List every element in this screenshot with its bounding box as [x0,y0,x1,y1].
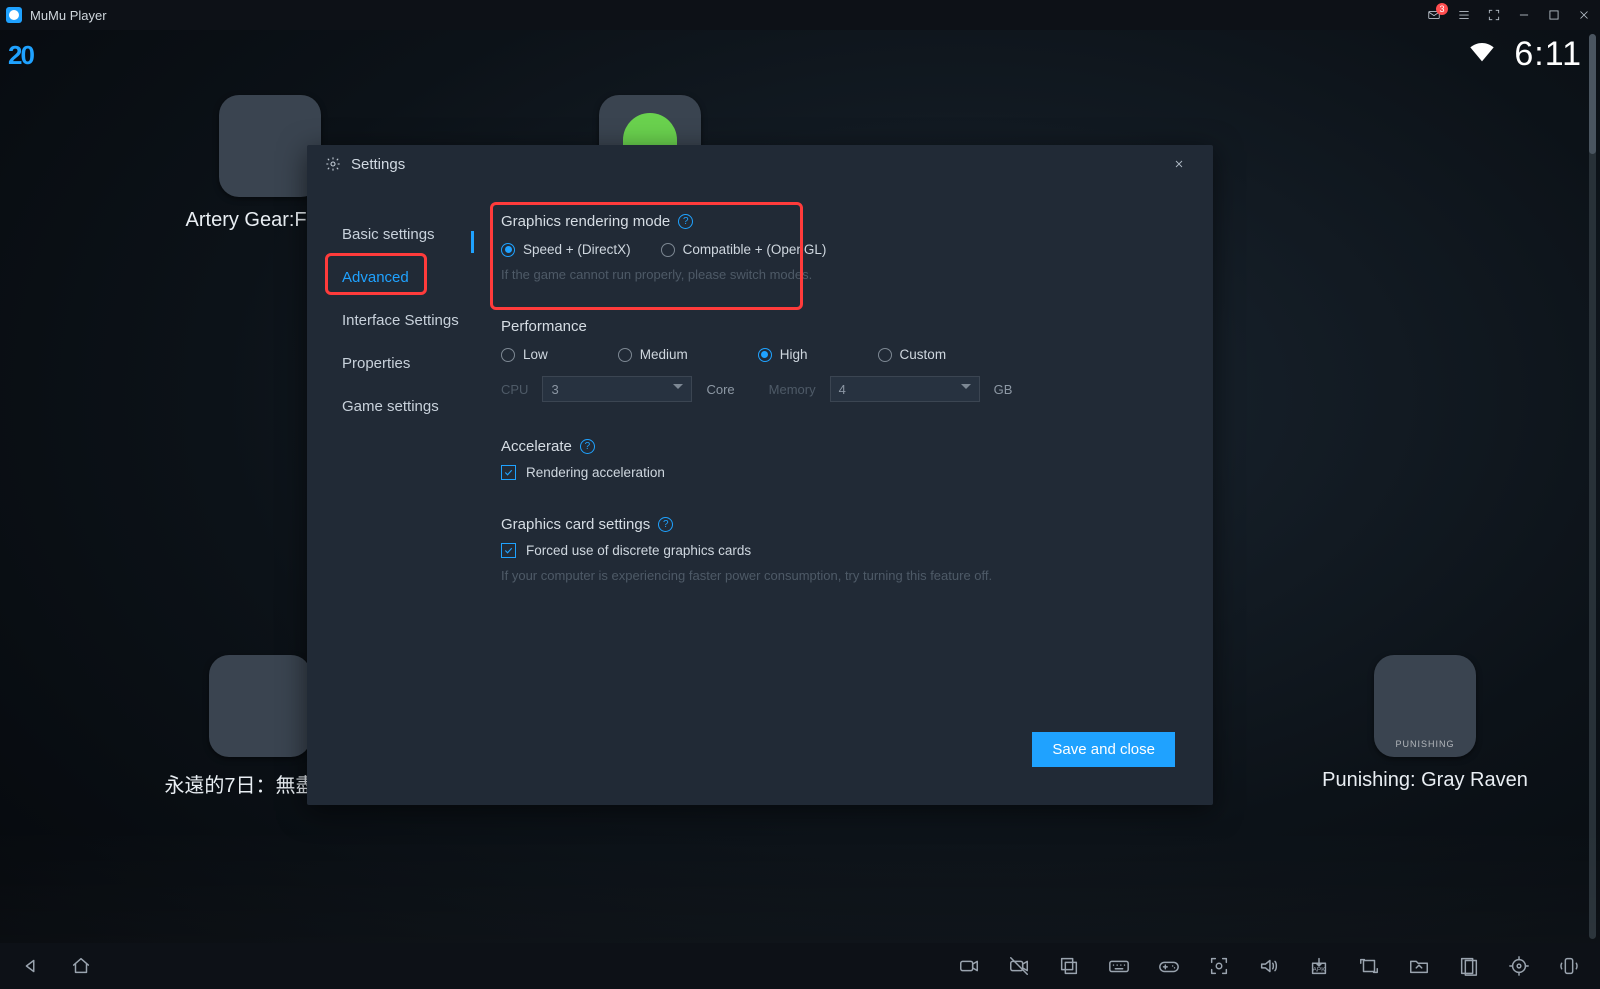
graphics-mode-title: Graphics rendering mode [501,213,670,230]
emulator-toolbar: APK [0,943,1600,989]
nav-game-settings[interactable]: Game settings [307,385,472,428]
rendering-acceleration-label: Rendering acceleration [526,465,665,480]
section-performance: Performance Low Medium High Custom CPU 3… [501,318,1185,402]
fullscreen-icon[interactable] [1484,5,1504,25]
gpu-title: Graphics card settings [501,516,650,533]
app-icon [1374,655,1476,757]
operation-record-icon[interactable] [1458,955,1480,977]
section-accelerate: Accelerate ? Rendering acceleration [501,438,1185,480]
app-title: MuMu Player [30,8,107,23]
save-and-close-button[interactable]: Save and close [1032,732,1175,767]
dialog-title: Settings [351,156,405,173]
nav-basic-settings[interactable]: Basic settings [307,213,472,256]
help-icon[interactable]: ? [658,517,673,532]
discrete-gpu-label: Forced use of discrete graphics cards [526,543,751,558]
nav-interface-settings[interactable]: Interface Settings [307,299,472,342]
apk-install-icon[interactable]: APK [1308,955,1330,977]
chevron-down-icon [673,384,683,394]
shake-icon[interactable] [1558,955,1580,977]
radio-compatible-opengl[interactable]: Compatible + (OpenGL) [661,242,827,257]
mail-icon[interactable]: 3 [1424,5,1444,25]
graphics-mode-hint: If the game cannot run properly, please … [501,267,1185,282]
status-time: 6:11 [1514,35,1582,74]
multi-instance-icon[interactable] [1058,955,1080,977]
help-icon[interactable]: ? [580,439,595,454]
app-logo-icon [6,7,22,23]
settings-pane: Graphics rendering mode ? Speed + (Direc… [472,183,1213,732]
menu-icon[interactable] [1454,5,1474,25]
performance-title: Performance [501,318,587,335]
close-dialog-button[interactable] [1173,153,1195,175]
page-indicator: 20 [8,40,33,71]
gamepad-icon[interactable] [1158,955,1180,977]
record-off-icon[interactable] [1008,955,1030,977]
home-icon[interactable] [70,955,92,977]
checkbox-rendering-acceleration[interactable] [501,465,516,480]
location-icon[interactable] [1508,955,1530,977]
core-label: Core [706,382,734,397]
settings-nav: Basic settings Advanced Interface Settin… [307,183,472,732]
settings-dialog: Settings Basic settings Advanced Interfa… [307,145,1213,805]
radio-perf-high[interactable]: High [758,347,808,362]
record-icon[interactable] [958,955,980,977]
rotate-icon[interactable] [1358,955,1380,977]
gb-label: GB [994,382,1013,397]
screenshot-icon[interactable] [1208,955,1230,977]
active-nav-marker [471,231,474,253]
svg-text:APK: APK [1313,967,1327,974]
minimize-icon[interactable] [1514,5,1534,25]
mail-badge: 3 [1436,3,1448,15]
gear-icon [325,156,341,172]
accelerate-title: Accelerate [501,438,572,455]
chevron-down-icon [961,384,971,394]
cpu-select[interactable]: 3 [542,376,692,402]
checkbox-discrete-gpu[interactable] [501,543,516,558]
maximize-icon[interactable] [1544,5,1564,25]
memory-select[interactable]: 4 [830,376,980,402]
gpu-hint: If your computer is experiencing faster … [501,568,1185,583]
window-titlebar: MuMu Player 3 [0,0,1600,30]
back-icon[interactable] [20,955,42,977]
volume-icon[interactable] [1258,955,1280,977]
dialog-header: Settings [307,145,1213,183]
vertical-scrollbar[interactable] [1589,34,1596,939]
shared-folder-icon[interactable] [1408,955,1430,977]
section-gpu: Graphics card settings ? Forced use of d… [501,516,1185,583]
radio-perf-custom[interactable]: Custom [878,347,947,362]
help-icon[interactable]: ? [678,214,693,229]
app-icon [209,655,311,757]
android-statusbar: 6:11 [1468,35,1582,74]
radio-perf-medium[interactable]: Medium [618,347,688,362]
keyboard-icon[interactable] [1108,955,1130,977]
app-label: Punishing: Gray Raven [1322,769,1528,792]
app-icon [219,95,321,197]
close-window-icon[interactable] [1574,5,1594,25]
memory-label: Memory [769,382,816,397]
wifi-icon [1468,38,1496,71]
radio-speed-directx[interactable]: Speed + (DirectX) [501,242,631,257]
nav-advanced[interactable]: Advanced [307,256,472,299]
cpu-label: CPU [501,382,528,397]
nav-properties[interactable]: Properties [307,342,472,385]
app-tile[interactable]: Punishing: Gray Raven [1310,655,1540,798]
section-graphics-mode: Graphics rendering mode ? Speed + (Direc… [501,213,1185,282]
radio-perf-low[interactable]: Low [501,347,548,362]
